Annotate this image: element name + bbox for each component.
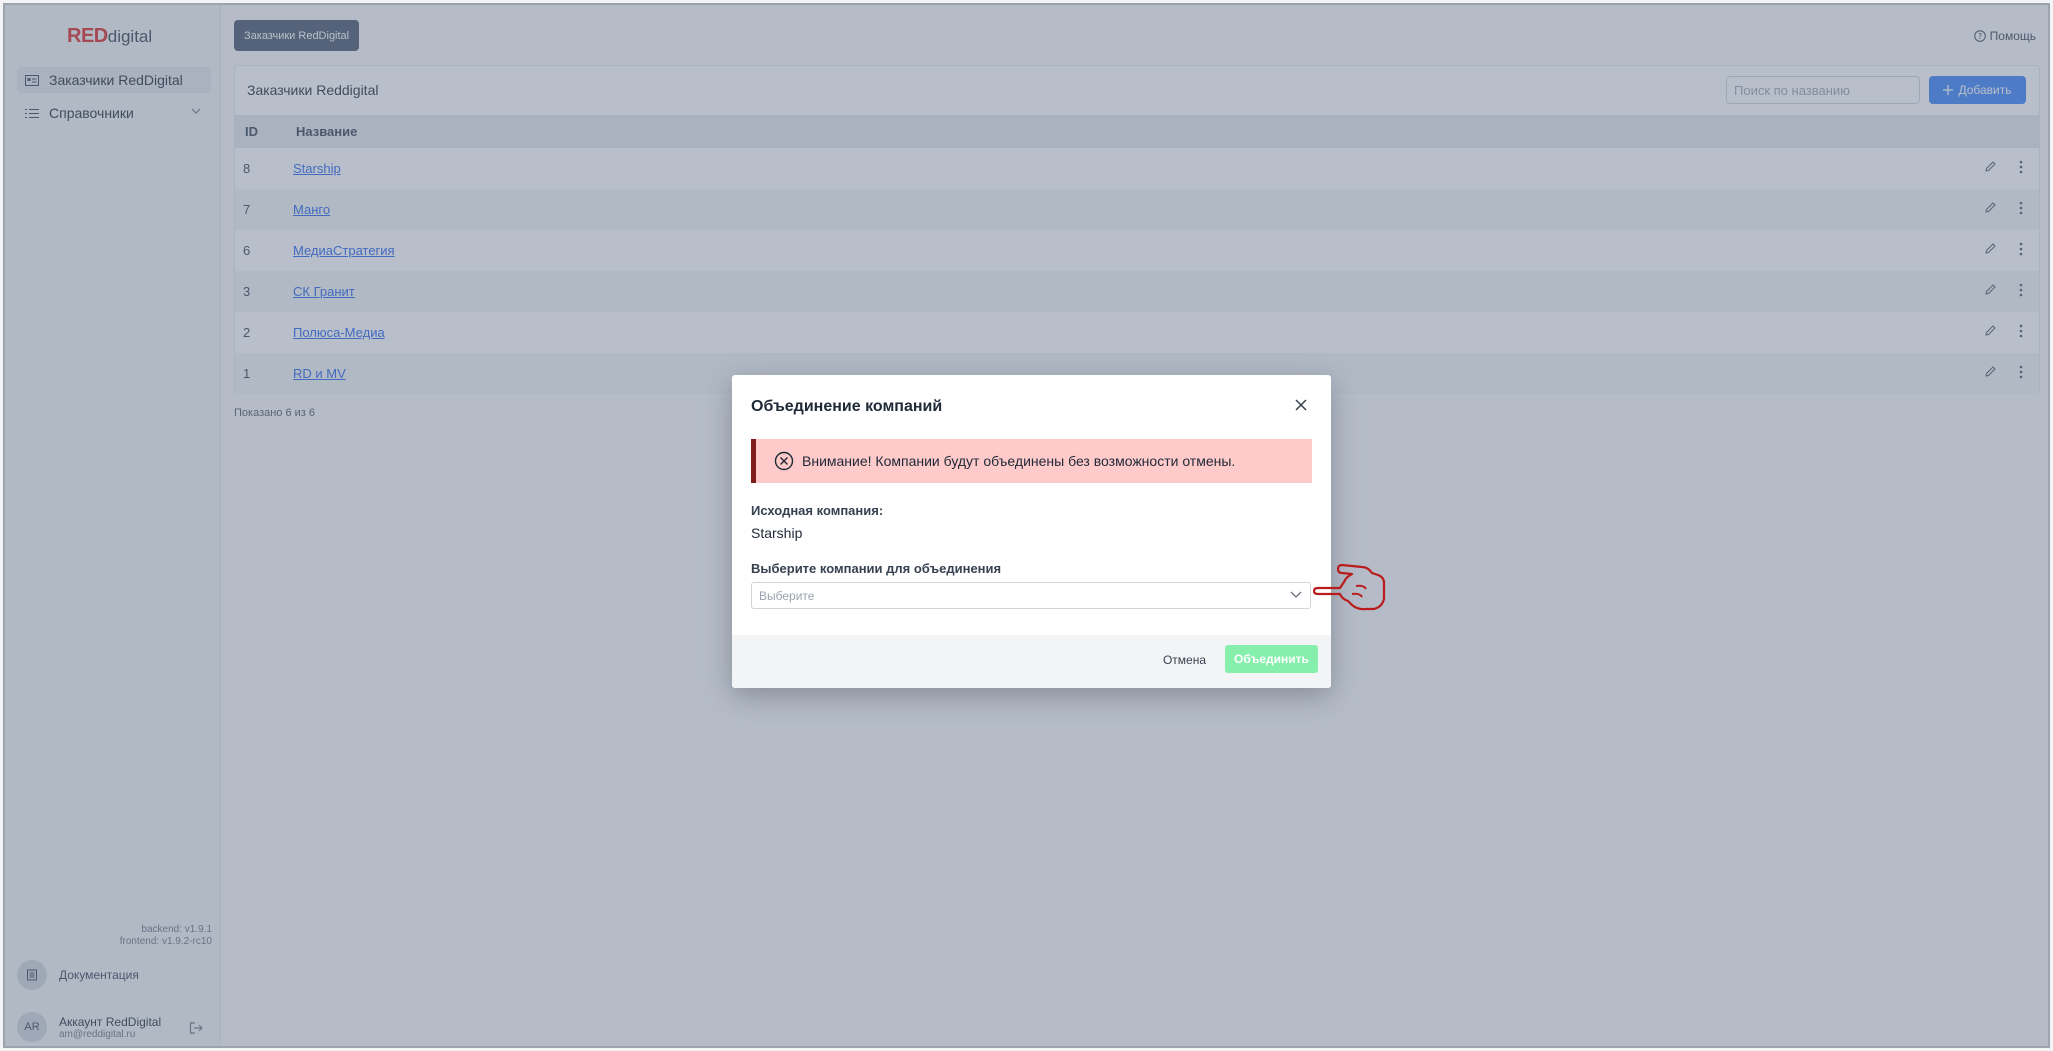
warning-alert: Внимание! Компании будут объединены без … <box>751 439 1312 483</box>
cancel-button[interactable]: Отмена <box>1163 653 1206 667</box>
dialog-title: Объединение компаний <box>751 398 943 415</box>
error-circle-icon <box>774 451 794 471</box>
select-companies-label: Выберите компании для объединения <box>751 561 1002 576</box>
dialog-footer: Отмена Объединить <box>732 635 1331 688</box>
pointing-hand-icon <box>1312 563 1386 611</box>
close-icon[interactable] <box>1295 399 1307 411</box>
source-company-value: Starship <box>751 525 803 541</box>
source-company-label: Исходная компания: <box>751 503 884 518</box>
companies-select[interactable]: Выберите <box>751 582 1311 609</box>
app-window: REDdigital Заказчики RedDigital Справочн… <box>3 3 2050 1048</box>
merge-button[interactable]: Объединить <box>1225 645 1318 673</box>
chevron-down-icon <box>1290 591 1302 598</box>
merge-companies-dialog: Объединение компаний Внимание! Компании … <box>732 375 1331 688</box>
